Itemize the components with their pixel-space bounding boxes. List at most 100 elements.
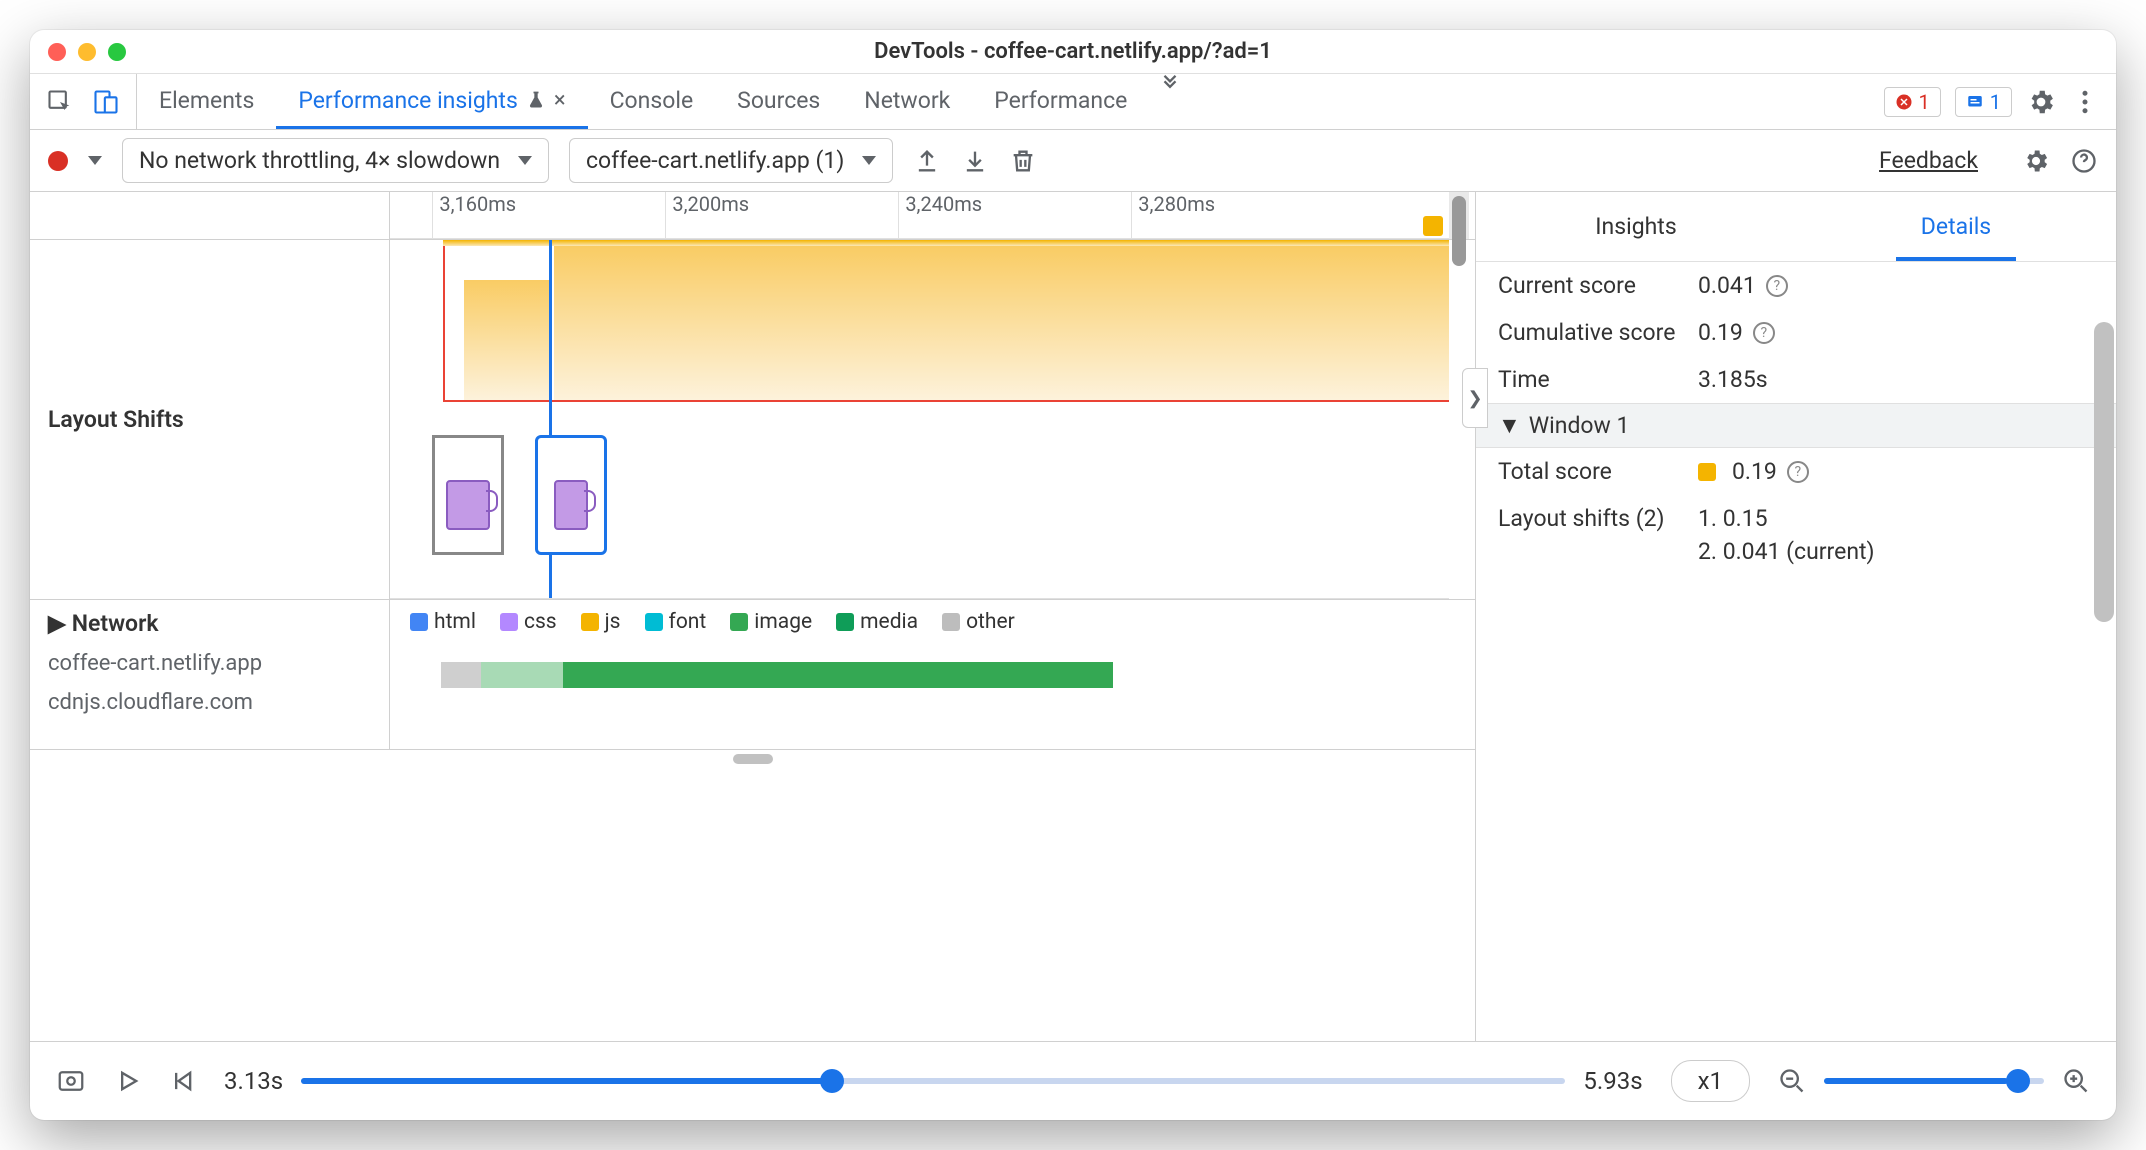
window-titlebar: DevTools - coffee-cart.netlify.app/?ad=1 bbox=[30, 30, 2116, 74]
ruler-tick: 3,280ms bbox=[1131, 192, 1215, 238]
error-count-badge[interactable]: 1 bbox=[1884, 87, 1941, 117]
more-tabs-icon[interactable] bbox=[1149, 74, 1191, 129]
timeline-ruler: 3,160ms 3,200ms 3,240ms 3,280ms bbox=[30, 192, 1475, 240]
import-icon[interactable] bbox=[961, 147, 989, 175]
tab-label: Performance insights bbox=[298, 87, 518, 114]
more-menu-icon[interactable] bbox=[2070, 87, 2100, 117]
tab-performance-insights[interactable]: Performance insights × bbox=[276, 74, 587, 129]
layout-shifts-track: Layout Shifts bbox=[30, 240, 1475, 600]
legend-swatch-other bbox=[942, 613, 960, 631]
device-toolbar-icon[interactable] bbox=[92, 88, 120, 116]
expand-sidebar-button[interactable]: ❯ bbox=[1462, 368, 1488, 428]
legend-swatch-image bbox=[730, 613, 748, 631]
ruler-tick: 3,240ms bbox=[898, 192, 982, 238]
detail-value: 0.19 bbox=[1698, 319, 1743, 346]
score-swatch bbox=[1698, 463, 1716, 481]
playback-speed[interactable]: x1 bbox=[1671, 1060, 1750, 1102]
tab-console[interactable]: Console bbox=[588, 74, 716, 129]
detail-value: 0.19 bbox=[1732, 458, 1777, 485]
legend-swatch-font bbox=[645, 613, 663, 631]
tab-label: Console bbox=[610, 87, 694, 114]
play-button[interactable] bbox=[114, 1067, 142, 1095]
timeline-horizontal-scrollbar[interactable] bbox=[30, 750, 1475, 768]
close-tab-icon[interactable]: × bbox=[554, 88, 566, 113]
insights-toolbar: No network throttling, 4× slowdown coffe… bbox=[30, 130, 2116, 192]
detail-label: Cumulative score bbox=[1498, 319, 1688, 346]
issue-count: 1 bbox=[1990, 90, 2001, 114]
recording-value: coffee-cart.netlify.app (1) bbox=[586, 147, 844, 174]
export-icon[interactable] bbox=[913, 147, 941, 175]
tab-label: Elements bbox=[159, 87, 254, 114]
record-button[interactable] bbox=[48, 151, 68, 171]
tab-label: Network bbox=[864, 87, 950, 114]
issue-count-badge[interactable]: 1 bbox=[1955, 87, 2012, 117]
shift-item[interactable]: 1. 0.15 bbox=[1698, 505, 1768, 532]
screenshot-thumbnail[interactable] bbox=[535, 435, 607, 555]
tab-sources[interactable]: Sources bbox=[715, 74, 842, 129]
inspect-element-icon[interactable] bbox=[46, 88, 74, 116]
tab-performance[interactable]: Performance bbox=[972, 74, 1149, 129]
detail-value: 3.185s bbox=[1698, 366, 1768, 393]
detail-value: 0.041 bbox=[1698, 272, 1756, 299]
tab-details[interactable]: Details bbox=[1796, 192, 2116, 261]
error-count: 1 bbox=[1919, 90, 1930, 114]
detail-label: Current score bbox=[1498, 272, 1688, 299]
settings-icon[interactable] bbox=[2026, 87, 2056, 117]
network-host: coffee-cart.netlify.app bbox=[48, 651, 262, 676]
cls-bar[interactable] bbox=[554, 246, 1449, 400]
cls-bar[interactable] bbox=[464, 280, 549, 400]
tab-insights[interactable]: Insights bbox=[1476, 192, 1796, 261]
ruler-tick: 3,160ms bbox=[432, 192, 516, 238]
chevron-down-icon bbox=[518, 156, 532, 165]
legend-swatch-css bbox=[500, 613, 518, 631]
playback-footer: 3.13s 5.93s x1 bbox=[30, 1042, 2116, 1120]
skip-back-button[interactable] bbox=[168, 1067, 196, 1095]
legend-swatch-media bbox=[836, 613, 854, 631]
details-scrollbar[interactable] bbox=[2094, 322, 2114, 622]
timeline-vertical-scrollbar[interactable] bbox=[1449, 192, 1469, 239]
help-icon[interactable]: ? bbox=[1753, 322, 1775, 344]
track-label: Layout Shifts bbox=[30, 240, 390, 599]
network-legend: html css js font image media other bbox=[410, 610, 1429, 634]
tab-label: Sources bbox=[737, 87, 820, 114]
help-icon[interactable] bbox=[2070, 147, 2098, 175]
network-track: ▶ Network coffee-cart.netlify.app cdnjs.… bbox=[30, 600, 1475, 750]
legend-swatch-html bbox=[410, 613, 428, 631]
throttling-select[interactable]: No network throttling, 4× slowdown bbox=[122, 138, 549, 183]
network-label: Network bbox=[72, 610, 159, 637]
detail-label: Layout shifts (2) bbox=[1498, 505, 1688, 565]
zoom-slider[interactable] bbox=[1824, 1078, 2044, 1084]
network-host: cdnjs.cloudflare.com bbox=[48, 690, 253, 715]
recording-select[interactable]: coffee-cart.netlify.app (1) bbox=[569, 138, 893, 183]
window-section-header[interactable]: ▼Window 1 bbox=[1476, 403, 2116, 448]
help-icon[interactable]: ? bbox=[1766, 275, 1788, 297]
tab-network[interactable]: Network bbox=[842, 74, 972, 129]
record-options-dropdown[interactable] bbox=[88, 156, 102, 165]
throttling-value: No network throttling, 4× slowdown bbox=[139, 147, 500, 174]
help-icon[interactable]: ? bbox=[1787, 461, 1809, 483]
cls-marker-icon[interactable] bbox=[1423, 216, 1443, 236]
ruler-tick: 3,200ms bbox=[665, 192, 749, 238]
playback-slider[interactable] bbox=[301, 1078, 1565, 1084]
tab-elements[interactable]: Elements bbox=[137, 74, 276, 129]
flask-icon bbox=[526, 90, 546, 110]
panel-settings-icon[interactable] bbox=[2022, 147, 2050, 175]
legend-swatch-js bbox=[581, 613, 599, 631]
feedback-link[interactable]: Feedback bbox=[1879, 147, 1978, 174]
shift-item[interactable]: 2. 0.041 (current) bbox=[1698, 538, 1875, 565]
time-range-start: 3.13s bbox=[224, 1067, 283, 1095]
expand-icon: ▶ bbox=[48, 610, 66, 637]
time-range-end: 5.93s bbox=[1583, 1067, 1642, 1095]
chevron-down-icon: ▼ bbox=[1498, 412, 1521, 439]
network-track-header[interactable]: ▶ Network bbox=[48, 610, 159, 637]
zoom-out-button[interactable] bbox=[1778, 1067, 1806, 1095]
delete-icon[interactable] bbox=[1009, 147, 1037, 175]
zoom-in-button[interactable] bbox=[2062, 1067, 2090, 1095]
screenshot-thumbnail[interactable] bbox=[432, 435, 504, 555]
devtools-tabs: Elements Performance insights × Console … bbox=[30, 74, 2116, 130]
tab-label: Performance bbox=[994, 87, 1127, 114]
detail-label: Total score bbox=[1498, 458, 1688, 485]
toggle-visibility-icon[interactable] bbox=[56, 1066, 86, 1096]
network-request-bar[interactable] bbox=[410, 662, 1429, 688]
issue-icon bbox=[1966, 93, 1984, 111]
